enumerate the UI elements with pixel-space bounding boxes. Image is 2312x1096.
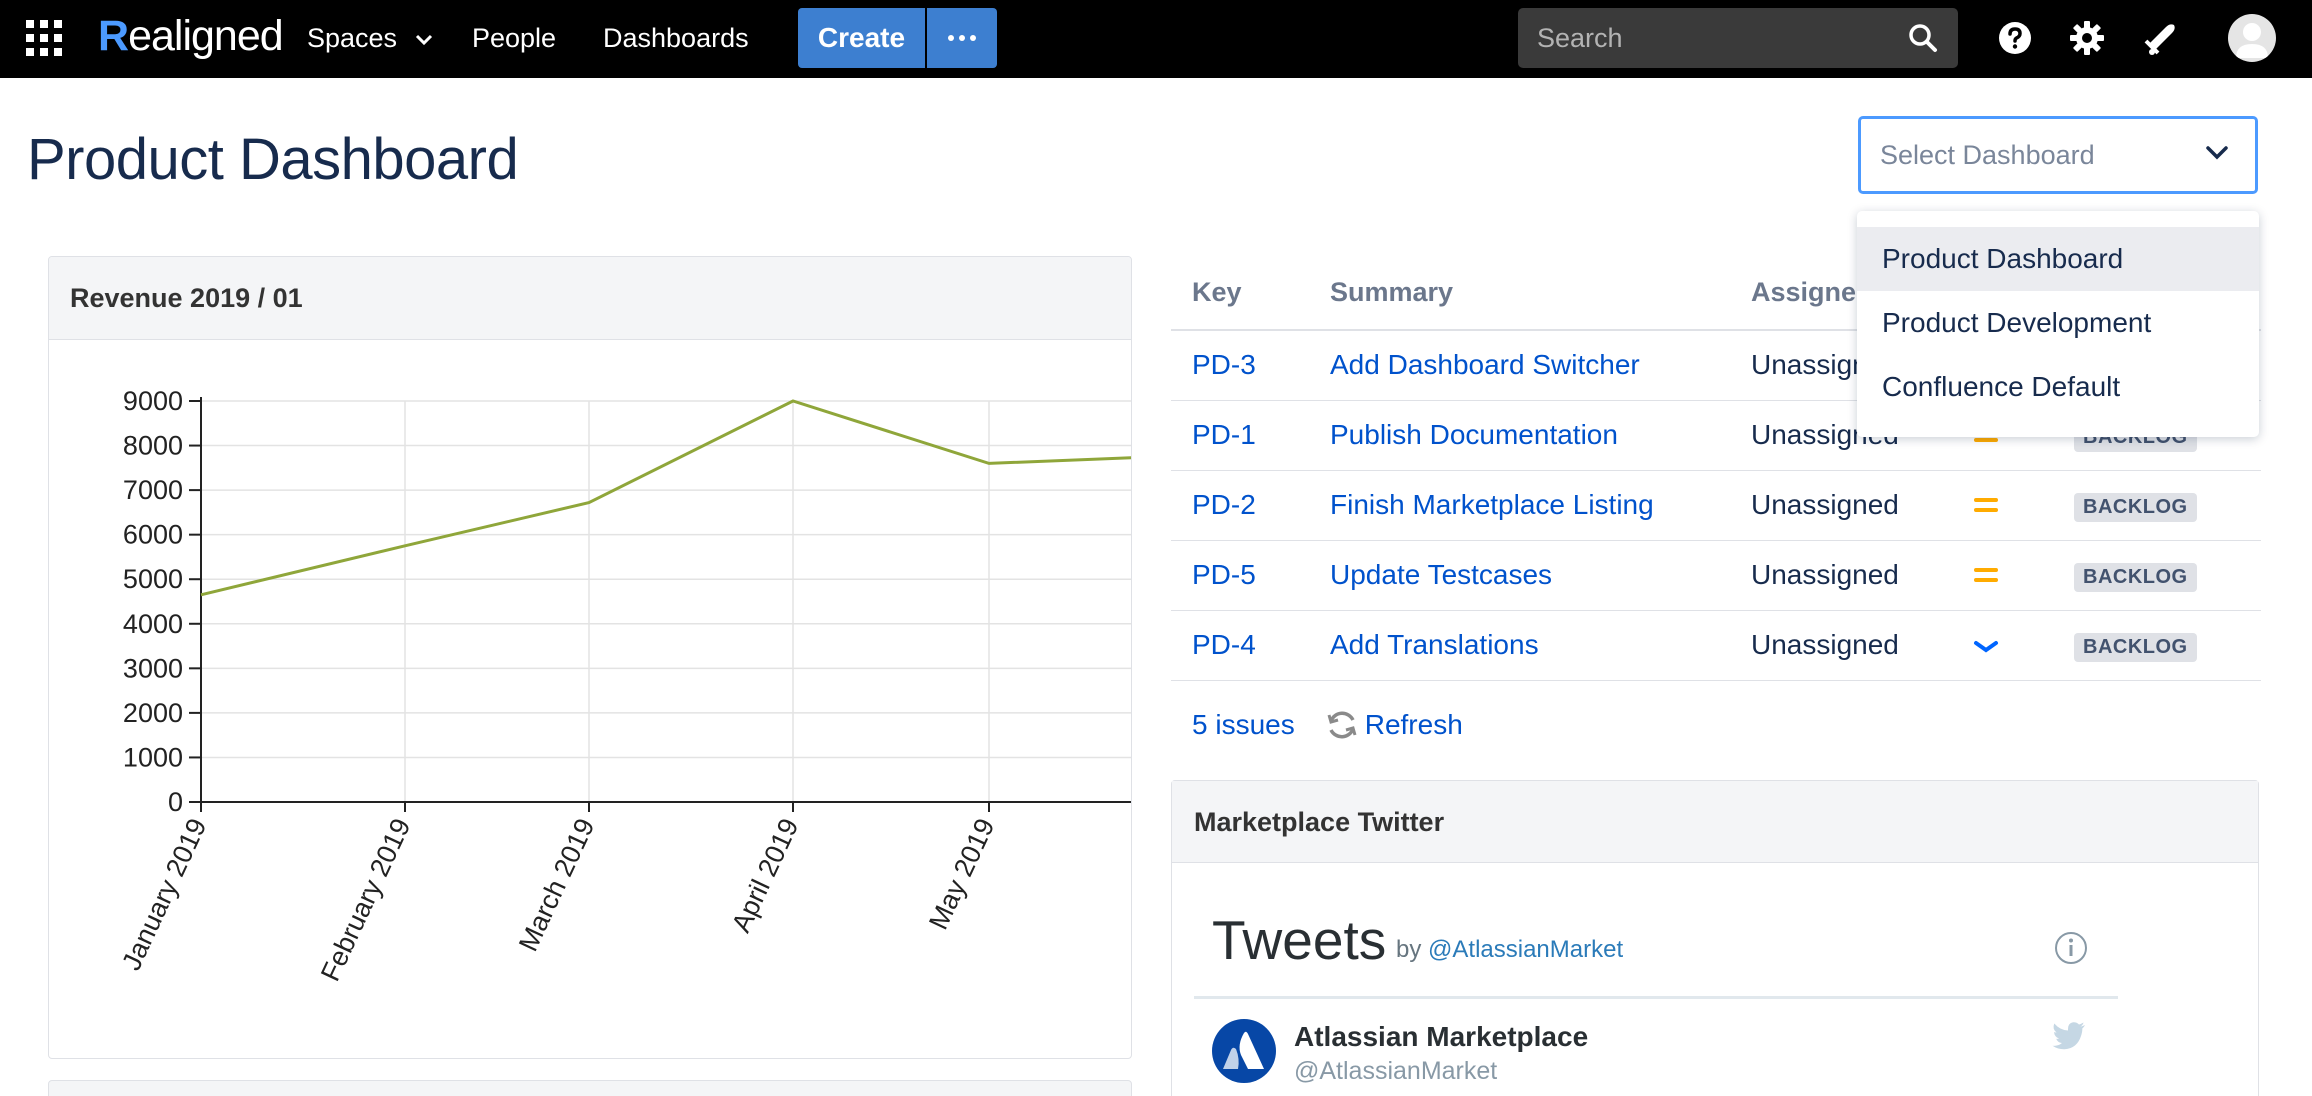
y-tick-label: 1000 xyxy=(123,742,183,772)
nav-spaces[interactable]: Spaces xyxy=(307,0,433,78)
y-tick-label: 5000 xyxy=(123,564,183,594)
y-tick-label: 2000 xyxy=(123,698,183,728)
nav-people[interactable]: People xyxy=(472,0,556,78)
status-badge: BACKLOG xyxy=(2074,493,2197,522)
avatar[interactable] xyxy=(2228,14,2276,62)
dashboard-option-product-dashboard[interactable]: Product Dashboard xyxy=(1857,227,2259,291)
issue-key[interactable]: PD-4 xyxy=(1171,610,1309,681)
twitter-account-handle[interactable]: @AtlassianMarket xyxy=(1294,1057,1497,1086)
y-tick-label: 9000 xyxy=(123,386,183,416)
issue-key[interactable]: PD-3 xyxy=(1171,330,1309,401)
tweets-by-handle[interactable]: @AtlassianMarket xyxy=(1428,936,1623,963)
issue-assignee: Unassigned xyxy=(1730,470,1952,541)
twitter-account-name[interactable]: Atlassian Marketplace xyxy=(1294,1021,1588,1053)
more-icon[interactable] xyxy=(927,8,997,68)
page-title: Product Dashboard xyxy=(27,127,519,192)
twitter-card: Marketplace Twitter Tweets by @Atlassian… xyxy=(1171,780,2259,1096)
issue-summary[interactable]: Update Testcases xyxy=(1309,540,1730,611)
info-icon[interactable] xyxy=(2054,931,2088,965)
tweets-by-label: by xyxy=(1396,936,1422,963)
twitter-bird-icon[interactable] xyxy=(2052,1021,2086,1051)
twitter-card-title: Marketplace Twitter xyxy=(1172,781,2258,863)
search-input[interactable] xyxy=(1537,8,1897,68)
y-tick-label: 6000 xyxy=(123,520,183,550)
y-tick-label: 7000 xyxy=(123,475,183,505)
chevron-down-icon xyxy=(415,34,432,45)
issues-footer: 5 issues Refresh xyxy=(1192,702,1463,748)
issue-status: BACKLOG xyxy=(2053,470,2261,541)
dashboard-select[interactable]: Select Dashboard xyxy=(1858,116,2258,194)
nav-dashboards[interactable]: Dashboards xyxy=(603,0,749,78)
y-tick-label: 0 xyxy=(168,787,183,817)
twitter-avatar[interactable] xyxy=(1212,1019,1276,1083)
logo[interactable]: Realigned xyxy=(98,6,284,66)
y-tick-label: 8000 xyxy=(123,431,183,461)
issue-assignee: Unassigned xyxy=(1730,540,1952,611)
dashboard-dropdown-menu: Product Dashboard Product Development Co… xyxy=(1857,211,2259,437)
issue-priority xyxy=(1952,610,2053,681)
header-key[interactable]: Key xyxy=(1171,256,1309,331)
dashboard-option-confluence-default[interactable]: Confluence Default xyxy=(1857,355,2259,419)
header-summary[interactable]: Summary xyxy=(1309,256,1730,331)
nav-spaces-label: Spaces xyxy=(307,23,398,53)
help-icon[interactable] xyxy=(1998,21,2032,55)
refresh-icon[interactable] xyxy=(1325,708,1359,742)
table-row[interactable]: PD-2 Finish Marketplace Listing Unassigned… xyxy=(1171,470,2261,541)
issue-status: BACKLOG xyxy=(2053,540,2261,611)
issue-summary[interactable]: Add Translations xyxy=(1309,610,1730,681)
revenue-card: Revenue 2019 / 01 0 1000 2000 3000 4000 5000 6… xyxy=(48,256,1132,1059)
issue-priority xyxy=(1952,470,2053,541)
refresh-link[interactable]: Refresh xyxy=(1365,709,1463,741)
priority-low-icon xyxy=(1974,641,1998,653)
chevron-down-icon xyxy=(2206,146,2228,160)
search-icon[interactable] xyxy=(1908,23,1938,53)
issue-summary[interactable]: Add Dashboard Switcher xyxy=(1309,330,1730,401)
y-tick-label: 4000 xyxy=(123,609,183,639)
search-box[interactable] xyxy=(1518,8,1958,68)
next-card xyxy=(48,1080,1132,1096)
create-button[interactable]: Create xyxy=(798,8,925,68)
dashboard-option-product-development[interactable]: Product Development xyxy=(1857,291,2259,355)
issue-count-link[interactable]: 5 issues xyxy=(1192,709,1295,741)
issue-key[interactable]: PD-1 xyxy=(1171,400,1309,471)
issue-priority xyxy=(1952,540,2053,611)
status-badge: BACKLOG xyxy=(2074,563,2197,592)
revenue-chart: 0 1000 2000 3000 4000 5000 6000 7000 8000 9000 Jan… xyxy=(116,386,1132,986)
issue-summary[interactable]: Finish Marketplace Listing xyxy=(1309,470,1730,541)
tweets-divider xyxy=(1194,996,2118,999)
revenue-series-line xyxy=(200,399,1131,597)
table-row[interactable]: PD-4 Add Translations Unassigned BACKLOG xyxy=(1171,610,2261,681)
x-tick-label: January 2019 xyxy=(116,814,212,975)
x-tick-label: June 2019 xyxy=(1124,814,1132,941)
status-badge: BACKLOG xyxy=(2074,633,2197,662)
x-tick-label: May 2019 xyxy=(923,814,1000,934)
priority-medium-icon xyxy=(1974,568,1998,582)
table-row[interactable]: PD-5 Update Testcases Unassigned BACKLOG xyxy=(1171,540,2261,611)
app-switcher-icon[interactable] xyxy=(26,20,62,56)
y-tick-label: 3000 xyxy=(123,653,183,683)
priority-medium-icon xyxy=(1974,498,1998,512)
dashboard-select-placeholder: Select Dashboard xyxy=(1880,140,2095,170)
tweets-heading: Tweets xyxy=(1212,909,1387,971)
tweets-by: by @AtlassianMarket xyxy=(1396,936,1623,964)
top-navigation: Realigned Spaces People Dashboards Creat… xyxy=(0,0,2312,78)
issue-summary[interactable]: Publish Documentation xyxy=(1309,400,1730,471)
issue-assignee: Unassigned xyxy=(1730,610,1952,681)
user-icon xyxy=(2236,23,2268,58)
notification-icon[interactable] xyxy=(2142,19,2180,57)
x-tick-label: March 2019 xyxy=(513,814,600,956)
x-tick-label: April 2019 xyxy=(726,814,805,937)
issue-key[interactable]: PD-2 xyxy=(1171,470,1309,541)
atlassian-logo-icon xyxy=(1223,1031,1264,1069)
issue-key[interactable]: PD-5 xyxy=(1171,540,1309,611)
issue-status: BACKLOG xyxy=(2053,610,2261,681)
gear-icon[interactable] xyxy=(2068,19,2106,57)
x-tick-label: February 2019 xyxy=(315,814,416,986)
